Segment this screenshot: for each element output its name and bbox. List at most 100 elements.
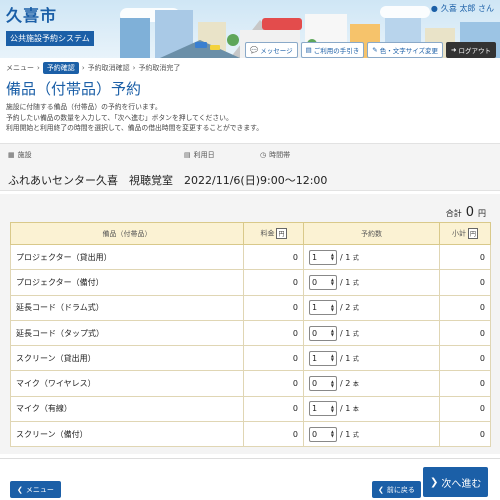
quantity-max: / 1 式 (340, 252, 359, 262)
breadcrumb-current: 予約確認 (42, 62, 79, 74)
equipment-fee: 0 (243, 345, 304, 372)
equipment-fee: 0 (243, 370, 304, 397)
breadcrumb-cancel-complete: 予約取消完了 (138, 64, 181, 72)
table-row: 延長コード（ドラム式） 0 1 ▲ ▼/ 2 式0 (10, 294, 491, 321)
table-row: マイク（有線） 0 1 ▲ ▼/ 1 本0 (10, 395, 491, 423)
quantity-max: / 2 式 (340, 303, 359, 313)
back-button[interactable]: ❮ 前に戻る (372, 481, 421, 498)
quantity-select[interactable]: 0 ▲ ▼ (309, 274, 337, 290)
quantity-cell: 1 ▲ ▼/ 1 式 (303, 345, 440, 372)
quantity-select[interactable]: 1 ▲ ▼ (309, 300, 337, 316)
quantity-max: / 1 式 (340, 277, 359, 287)
quantity-cell: 0 ▲ ▼/ 1 式 (303, 269, 440, 296)
table-row: マイク（ワイヤレス） 0 0 ▲ ▼/ 2 本0 (10, 370, 491, 397)
breadcrumb-cancel-confirm: 予約取消確認 (87, 64, 130, 72)
user-name: 久喜 太郎 さん (440, 4, 494, 13)
chevron-right-icon: › (81, 64, 85, 72)
spinner-icon[interactable]: ▲ ▼ (331, 329, 334, 337)
quantity-select[interactable]: 1 ▲ ▼ (309, 350, 337, 366)
quantity-cell: 1 ▲ ▼/ 1 式 (303, 243, 440, 271)
spinner-icon[interactable]: ▲ ▼ (331, 404, 334, 413)
spinner-icon[interactable]: ▲ ▼ (331, 303, 334, 312)
footer: ❮ メニュー ❮ 前に戻る ❯ 次へ進む (0, 458, 500, 500)
table-row: プロジェクター（貸出用） 0 1 ▲ ▼/ 1 式0 (10, 243, 491, 271)
quantity-cell: 0 ▲ ▼/ 1 式 (303, 421, 440, 448)
equipment-name: スクリーン（貸出用） (10, 345, 244, 372)
quantity-max: / 1 式 (340, 328, 359, 338)
quantity-max: / 1 式 (340, 353, 359, 363)
quantity-max: / 1 式 (340, 429, 359, 439)
spinner-icon[interactable]: ▲ ▼ (331, 253, 334, 261)
spinner-icon[interactable]: ▲ ▼ (331, 278, 334, 286)
color-size-button[interactable]: ✎ 色・文字サイズ変更 (367, 42, 444, 58)
yen-badge: 円 (276, 228, 287, 239)
equipment-fee: 0 (243, 395, 304, 423)
logout-button[interactable]: ➜ ログアウト (446, 42, 496, 58)
usage-time: 9:00～12:00 (260, 174, 328, 187)
quantity-select[interactable]: 0 ▲ ▼ (309, 325, 337, 341)
facility-name: ふれあいセンター久喜 視聴覚室 (8, 174, 173, 187)
brush-icon: ✎ (372, 46, 378, 54)
equipment-subtotal: 0 (439, 319, 491, 347)
equipment-fee: 0 (243, 294, 304, 321)
equipment-fee: 0 (243, 269, 304, 296)
table-row: 延長コード（タップ式） 0 0 ▲ ▼/ 1 式0 (10, 319, 491, 347)
quantity-select[interactable]: 1 ▲ ▼ (309, 401, 337, 417)
table-header-row: 備品（付帯品） 料金円 予約数 小計円 (10, 222, 491, 245)
quantity-cell: 0 ▲ ▼/ 1 式 (303, 319, 440, 347)
equipment-name: マイク（有線） (10, 395, 244, 423)
system-name: 公共施設予約システム (6, 31, 94, 46)
chevron-left-icon: ❮ (378, 485, 384, 494)
site-logo[interactable]: 久喜市 公共施設予約システム (6, 2, 94, 46)
header-buttons: 💬 メッセージ ▤ ご利用の手引き ✎ 色・文字サイズ変更 ➜ ログアウト (245, 42, 496, 58)
equipment-fee: 0 (243, 319, 304, 347)
message-button[interactable]: 💬 メッセージ (245, 42, 298, 58)
yen-badge: 円 (467, 228, 478, 239)
equipment-subtotal: 0 (439, 370, 491, 397)
reservation-info: ▦ 施設 ふれあいセンター久喜 視聴覚室 ▤ 利用日 2022/11/6(日) ◷ 時… (0, 143, 500, 191)
table-row: プロジェクター（備付） 0 0 ▲ ▼/ 1 式0 (10, 269, 491, 296)
equipment-subtotal: 0 (439, 395, 491, 423)
equipment-name: 延長コード（タップ式） (10, 319, 244, 347)
equipment-subtotal: 0 (439, 294, 491, 321)
equipment-fee: 0 (243, 243, 304, 271)
table-row: スクリーン（備付） 0 0 ▲ ▼/ 1 式0 (10, 421, 491, 448)
equipment-name: 延長コード（ドラム式） (10, 294, 244, 321)
user-info: ● 久喜 太郎 さん (431, 3, 494, 14)
calendar-icon: ▤ (184, 151, 191, 159)
user-icon: ● (430, 4, 438, 13)
chevron-right-icon: ❯ (430, 476, 439, 488)
quantity-select[interactable]: 1 ▲ ▼ (309, 249, 337, 265)
quantity-cell: 1 ▲ ▼/ 1 本 (303, 395, 440, 423)
quantity-max: / 1 本 (340, 404, 359, 414)
quantity-select[interactable]: 0 ▲ ▼ (309, 376, 337, 392)
quantity-cell: 0 ▲ ▼/ 2 本 (303, 370, 440, 397)
col-header-subtotal: 小計円 (439, 222, 491, 245)
equipment-subtotal: 0 (439, 345, 491, 372)
col-header-fee: 料金円 (243, 222, 304, 245)
clock-icon: ◷ (260, 151, 267, 159)
menu-button[interactable]: ❮ メニュー (10, 481, 61, 498)
equipment-subtotal: 0 (439, 421, 491, 448)
col-header-qty: 予約数 (303, 222, 440, 245)
date-info: ▤ 利用日 2022/11/6(日) (184, 151, 260, 187)
spinner-icon[interactable]: ▲ ▼ (331, 354, 334, 362)
equipment-fee: 0 (243, 421, 304, 448)
chat-icon: 💬 (250, 46, 259, 54)
facility-info: ▦ 施設 ふれあいセンター久喜 視聴覚室 (8, 151, 173, 187)
building-icon: ▦ (8, 151, 15, 159)
usage-guide-button[interactable]: ▤ ご利用の手引き (300, 42, 365, 58)
quantity-cell: 1 ▲ ▼/ 2 式 (303, 294, 440, 321)
city-name: 久喜市 (6, 6, 58, 25)
logout-icon: ➜ (451, 46, 457, 54)
spinner-icon[interactable]: ▲ ▼ (331, 430, 334, 438)
equipment-name: プロジェクター（貸出用） (10, 243, 244, 271)
next-button[interactable]: ❯ 次へ進む (423, 467, 489, 497)
quantity-select[interactable]: 0 ▲ ▼ (309, 426, 337, 442)
spinner-icon[interactable]: ▲ ▼ (331, 379, 334, 388)
equipment-subtotal: 0 (439, 243, 491, 271)
breadcrumb: メニュー › 予約確認 › 予約取消確認 › 予約取消完了 (6, 62, 180, 74)
chevron-left-icon: ❮ (17, 485, 23, 494)
book-icon: ▤ (305, 46, 312, 54)
breadcrumb-menu[interactable]: メニュー (6, 63, 34, 73)
